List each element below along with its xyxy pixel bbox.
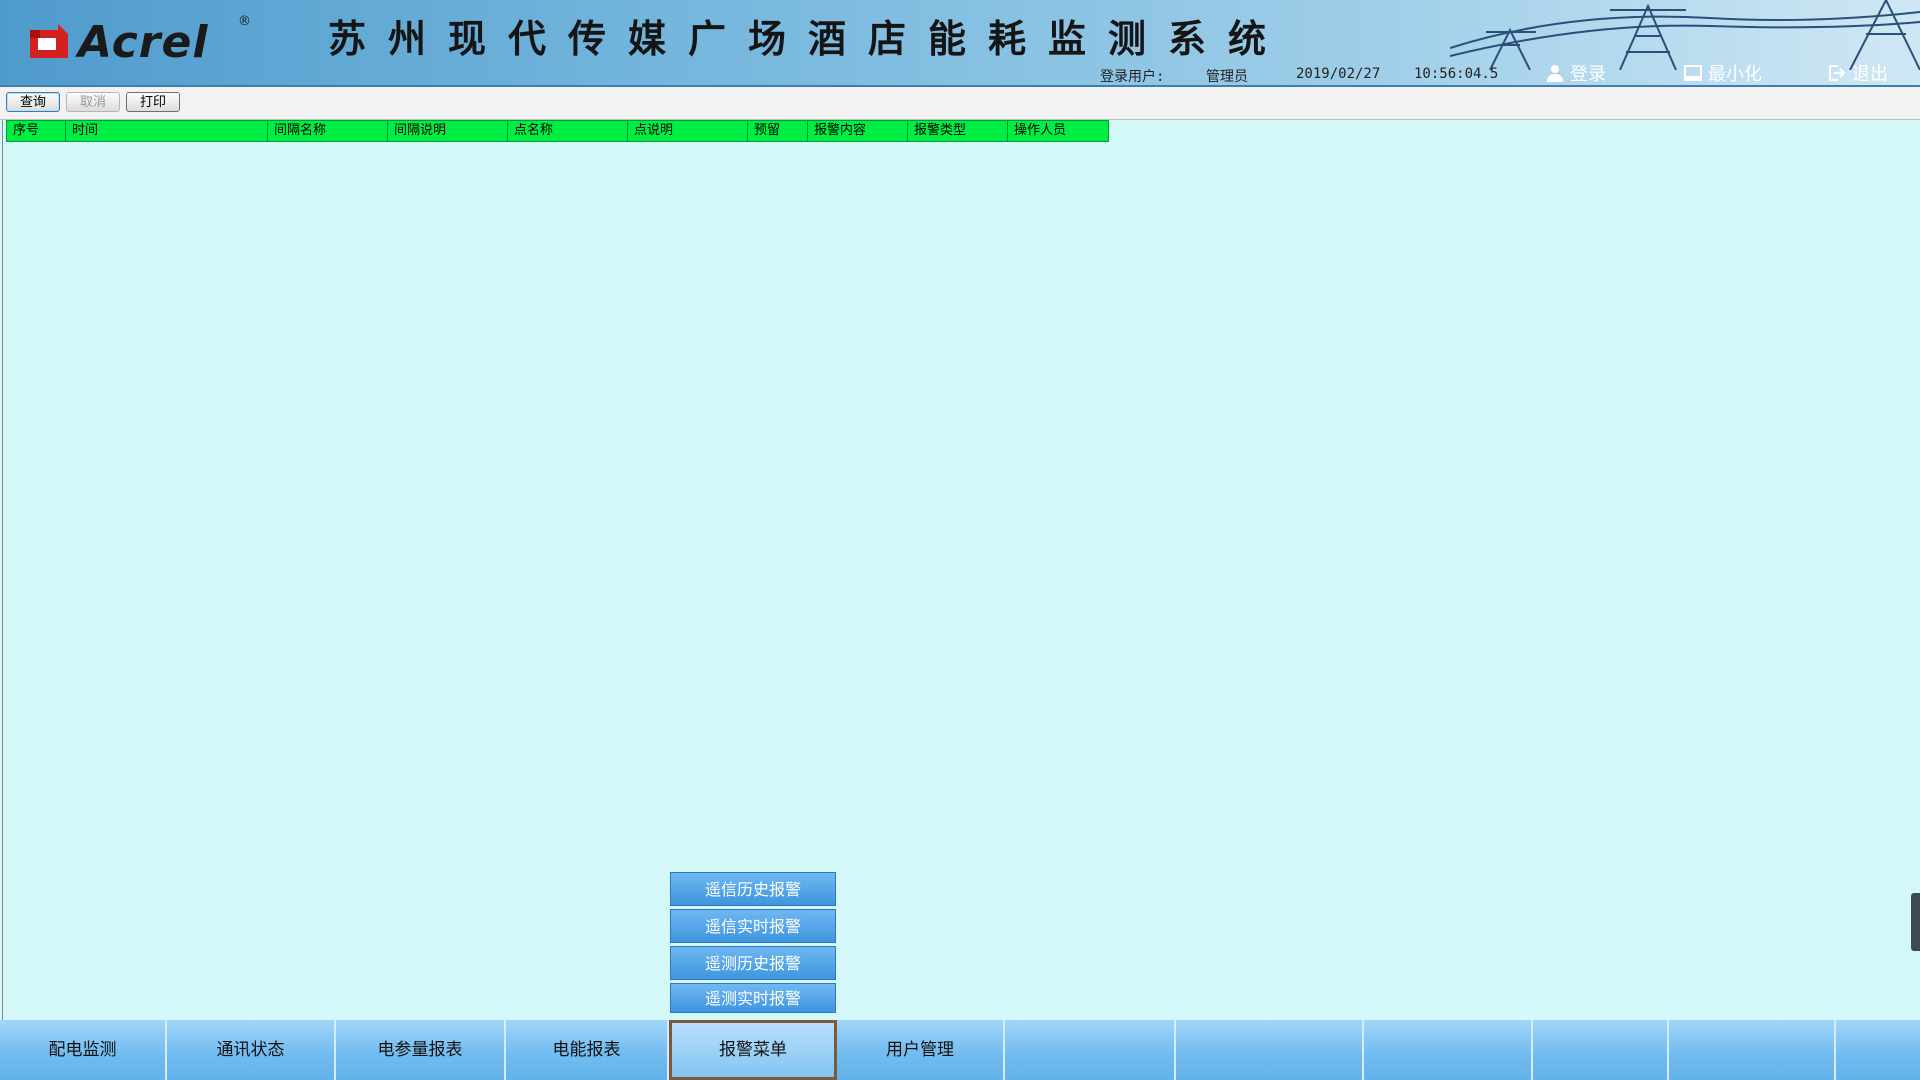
nav-tab-electric-param-report[interactable]: 电参量报表 bbox=[336, 1020, 506, 1080]
exit-icon bbox=[1829, 65, 1846, 81]
nav-tab-empty[interactable] bbox=[1176, 1020, 1364, 1080]
current-user: 管理员 bbox=[1206, 69, 1248, 85]
login-button[interactable]: 登录 bbox=[1546, 62, 1606, 85]
login-info: 登录用户: 管理员 2019/02/27 10:56:04.5 bbox=[1100, 66, 1499, 85]
menu-item-remote-signal-realtime[interactable]: 遥信实时报警 bbox=[670, 909, 836, 943]
nav-tab-empty[interactable] bbox=[1364, 1020, 1533, 1080]
minimize-button[interactable]: 最小化 bbox=[1684, 62, 1762, 85]
logo-text: Acrel bbox=[78, 16, 209, 68]
nav-tab-empty[interactable] bbox=[1533, 1020, 1669, 1080]
query-button[interactable]: 查询 bbox=[6, 92, 60, 112]
column-header-bay-desc[interactable]: 间隔说明 bbox=[388, 121, 508, 141]
column-header-alarm-content[interactable]: 报警内容 bbox=[808, 121, 908, 141]
column-header-alarm-type[interactable]: 报警类型 bbox=[908, 121, 1008, 141]
column-header-point-desc[interactable]: 点说明 bbox=[628, 121, 748, 141]
acrel-logo-icon bbox=[30, 24, 68, 58]
cancel-button[interactable]: 取消 bbox=[66, 92, 120, 112]
minimize-icon bbox=[1684, 65, 1702, 81]
alarm-table-area: 序号 时间 间隔名称 间隔说明 点名称 点说明 预留 报警内容 报警类型 操作人… bbox=[2, 120, 1919, 1020]
page-title: 苏州现代传媒广场酒店能耗监测系统 bbox=[328, 16, 1289, 61]
print-button[interactable]: 打印 bbox=[126, 92, 180, 112]
column-header-point-name[interactable]: 点名称 bbox=[508, 121, 628, 141]
bottom-nav: 配电监测 通讯状态 电参量报表 电能报表 报警菜单 用户管理 bbox=[0, 1020, 1920, 1080]
nav-tab-empty[interactable] bbox=[1836, 1020, 1920, 1080]
power-tower-decoration-icon bbox=[1450, 0, 1920, 70]
nav-tab-empty[interactable] bbox=[1005, 1020, 1176, 1080]
user-icon bbox=[1547, 65, 1563, 82]
nav-tab-comm-status[interactable]: 通讯状态 bbox=[167, 1020, 336, 1080]
nav-tab-user-management[interactable]: 用户管理 bbox=[837, 1020, 1005, 1080]
nav-tab-energy-report[interactable]: 电能报表 bbox=[506, 1020, 669, 1080]
nav-tab-power-monitoring[interactable]: 配电监测 bbox=[0, 1020, 167, 1080]
login-label: 登录用户: bbox=[1100, 69, 1165, 85]
acrel-logo: Acrel ® bbox=[26, 14, 251, 68]
menu-item-remote-signal-history[interactable]: 遥信历史报警 bbox=[670, 872, 836, 906]
column-header-operator[interactable]: 操作人员 bbox=[1008, 121, 1108, 141]
minimize-button-label: 最小化 bbox=[1708, 64, 1762, 85]
column-header-bay-name[interactable]: 间隔名称 bbox=[268, 121, 388, 141]
menu-item-telemetry-history[interactable]: 遥测历史报警 bbox=[670, 946, 836, 980]
table-header: 序号 时间 间隔名称 间隔说明 点名称 点说明 预留 报警内容 报警类型 操作人… bbox=[6, 120, 1109, 142]
nav-tab-empty[interactable] bbox=[1669, 1020, 1836, 1080]
login-button-label: 登录 bbox=[1570, 64, 1606, 85]
current-time: 10:56:04.5 bbox=[1414, 66, 1499, 82]
column-header-time[interactable]: 时间 bbox=[66, 121, 268, 141]
column-header-reserved[interactable]: 预留 bbox=[748, 121, 808, 141]
menu-item-telemetry-realtime[interactable]: 遥测实时报警 bbox=[670, 983, 836, 1013]
toolbar: 查询 取消 打印 bbox=[0, 87, 1920, 120]
column-header-index[interactable]: 序号 bbox=[7, 121, 66, 141]
exit-button[interactable]: 退出 bbox=[1828, 62, 1888, 85]
side-scroll-handle[interactable] bbox=[1911, 893, 1920, 951]
alarm-menu-popup: 遥信历史报警 遥信实时报警 遥测历史报警 遥测实时报警 bbox=[670, 872, 836, 1016]
exit-button-label: 退出 bbox=[1852, 64, 1888, 85]
current-date: 2019/02/27 bbox=[1296, 66, 1381, 82]
logo-registered-mark: ® bbox=[238, 14, 251, 29]
nav-tab-alarm-menu[interactable]: 报警菜单 bbox=[669, 1020, 837, 1080]
app-header: Acrel ® 苏州现代传媒广场酒店能耗监测系统 登录用户: 管理员 2019/… bbox=[0, 0, 1920, 87]
